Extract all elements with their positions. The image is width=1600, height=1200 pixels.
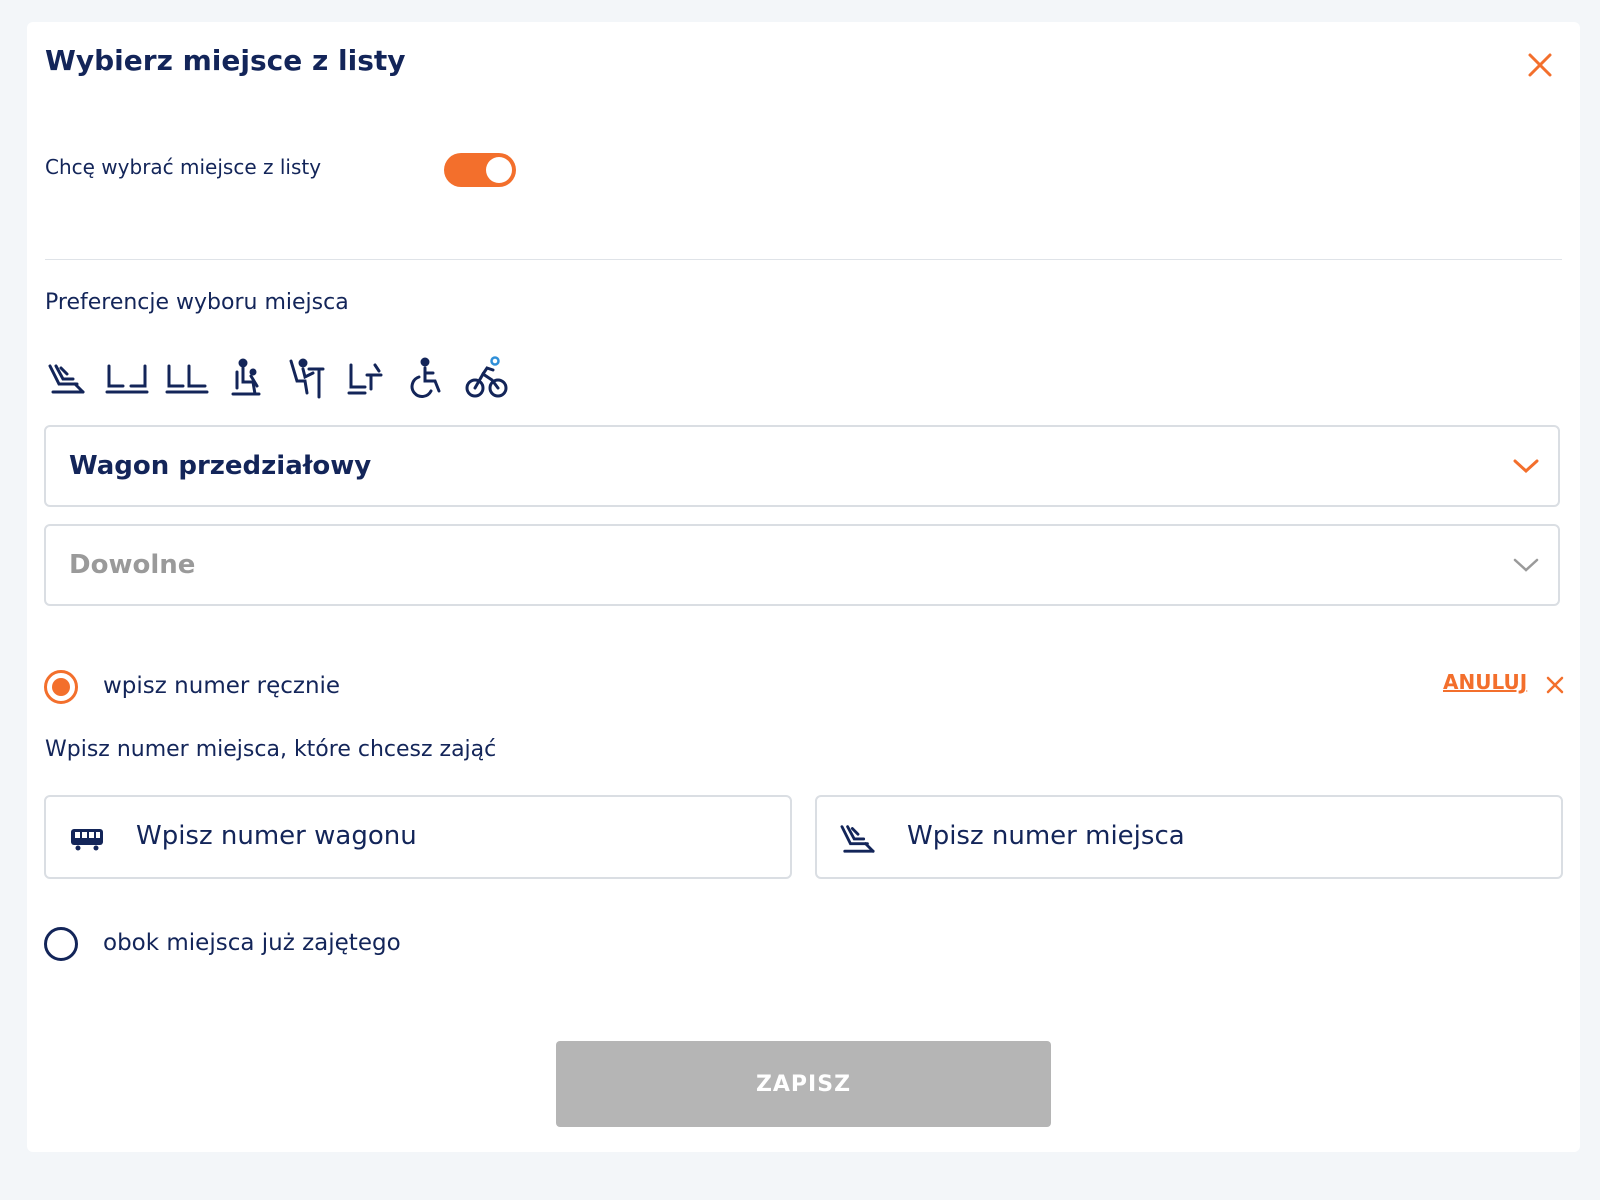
seat-with-table-icon[interactable]: [285, 356, 329, 400]
wheelchair-icon[interactable]: [405, 356, 449, 400]
seat-number-input[interactable]: Wpisz numer miejsca: [815, 795, 1563, 879]
train-car-icon: [71, 829, 103, 851]
manual-entry-hint: Wpisz numer miejsca, które chcesz zająć: [45, 737, 497, 762]
toggle-label: Chcę wybrać miejsce z listy: [45, 155, 322, 179]
cancel-link[interactable]: ANULUJ: [1443, 670, 1527, 694]
preference-icons: [45, 356, 509, 400]
bicycle-icon[interactable]: [465, 356, 509, 400]
seat-selection-modal: Wybierz miejsce z listy Chcę wybrać miej…: [27, 22, 1580, 1152]
save-button[interactable]: ZAPISZ: [556, 1041, 1051, 1127]
radio-dot: [52, 678, 70, 696]
toggle-knob: [486, 157, 512, 183]
choose-from-list-toggle[interactable]: [444, 153, 516, 187]
seat-with-laptop-table-icon[interactable]: [345, 356, 389, 400]
seat-option-select[interactable]: Dowolne: [44, 524, 1560, 606]
passenger-with-child-icon[interactable]: [225, 356, 269, 400]
modal-title: Wybierz miejsce z listy: [45, 44, 406, 77]
reclining-seat-icon: [840, 825, 875, 853]
next-to-occupied-radio[interactable]: [44, 927, 78, 961]
close-icon[interactable]: [1525, 50, 1555, 80]
seat-option-value: Dowolne: [69, 550, 196, 580]
car-type-select[interactable]: Wagon przedziałowy: [44, 425, 1560, 507]
close-icon[interactable]: [1545, 675, 1565, 695]
chevron-down-icon: [1513, 459, 1539, 474]
manual-entry-radio[interactable]: [44, 670, 78, 704]
next-to-occupied-label[interactable]: obok miejsca już zajętego: [103, 930, 401, 956]
divider: [45, 259, 1562, 260]
reclining-seat-icon[interactable]: [45, 356, 89, 400]
car-number-input[interactable]: Wpisz numer wagonu: [44, 795, 792, 879]
car-type-value: Wagon przedziałowy: [69, 451, 372, 481]
seat-number-placeholder: Wpisz numer miejsca: [907, 821, 1185, 851]
manual-entry-label[interactable]: wpisz numer ręcznie: [103, 673, 340, 699]
seats-facing-icon[interactable]: [105, 356, 149, 400]
seats-row-icon[interactable]: [165, 356, 209, 400]
car-number-placeholder: Wpisz numer wagonu: [136, 821, 417, 851]
preferences-label: Preferencje wyboru miejsca: [45, 290, 349, 315]
chevron-down-icon: [1513, 558, 1539, 572]
